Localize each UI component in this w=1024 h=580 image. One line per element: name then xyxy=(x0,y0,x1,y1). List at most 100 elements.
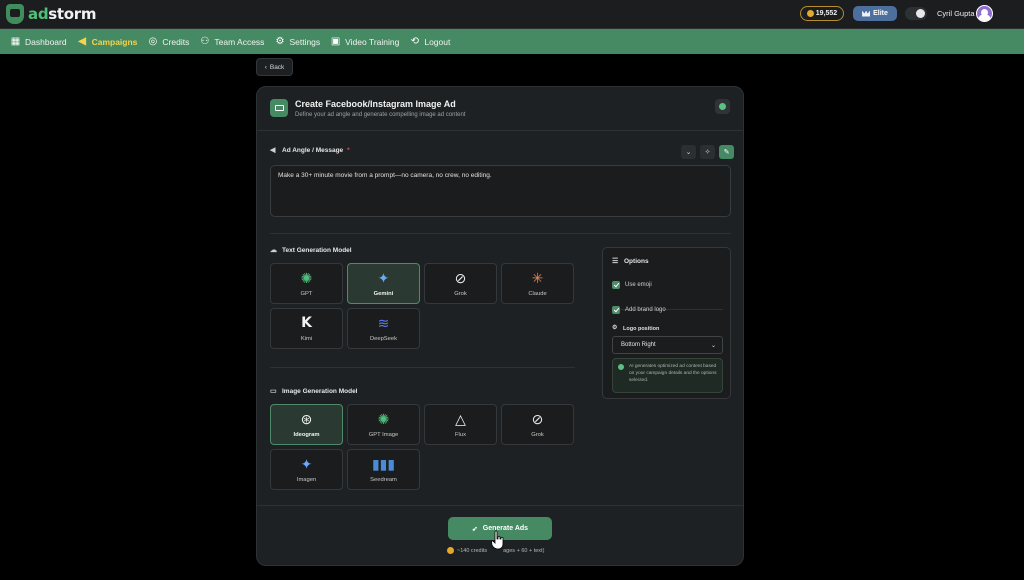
nav-team-access[interactable]: ⚇ Team Access xyxy=(199,36,264,47)
text-model-grid: ✺ GPT ✦ Gemini ⊘ Grok ✳ Claude K Kimi ≋ … xyxy=(270,263,574,349)
nav-dashboard[interactable]: ▦ Dashboard xyxy=(10,36,67,47)
magic-button[interactable]: ✧ xyxy=(700,145,715,159)
model-label: Ideogram xyxy=(293,432,320,438)
text-model-deepseek[interactable]: ≋ DeepSeek xyxy=(347,308,420,349)
image-model-flux[interactable]: △ Flux xyxy=(424,404,497,445)
help-button[interactable] xyxy=(715,99,730,114)
team-icon: ⚇ xyxy=(200,36,210,47)
back-button[interactable]: ‹ Back xyxy=(256,58,293,76)
nav-credits-label: Credits xyxy=(162,36,190,47)
coin-icon xyxy=(447,547,454,554)
ideogram-icon: ⊛ xyxy=(300,411,313,427)
logo-position-label: ⚙ Logo position xyxy=(612,325,659,332)
image-model-gpt-image[interactable]: ✺ GPT Image xyxy=(347,404,420,445)
generate-ads-label: Generate Ads xyxy=(482,525,529,532)
top-bar: adstorm 19,552 Elite Cyril Gupta xyxy=(0,0,1024,29)
nav-credits[interactable]: ◎ Credits xyxy=(147,36,190,47)
credits-value: 19,552 xyxy=(815,10,838,17)
angle-tools: ⌄ ✧ ✎ xyxy=(681,145,734,159)
ai-info-note: AI generates optimized ad content based … xyxy=(612,358,723,393)
image-model-imagen[interactable]: ✦ Imagen xyxy=(270,449,343,490)
image-model-label-text: Image Generation Model xyxy=(282,388,358,395)
claude-icon: ✳ xyxy=(531,270,544,286)
seedream-icon: ▮▮▮ xyxy=(371,456,396,472)
logo-position-value: Bottom Right xyxy=(621,342,656,348)
nav-team-access-label: Team Access xyxy=(214,36,265,47)
deepseek-icon: ≋ xyxy=(377,315,390,331)
page-title: Create Facebook/Instagram Image Ad xyxy=(295,99,456,109)
text-model-kimi[interactable]: K Kimi xyxy=(270,308,343,349)
add-brand-logo-checkbox[interactable] xyxy=(612,306,620,314)
credit-cost-prefix: ~140 credits xyxy=(457,547,488,554)
model-label: Claude xyxy=(528,291,547,297)
model-label: Gemini xyxy=(373,291,394,297)
user-name[interactable]: Cyril Gupta xyxy=(937,9,975,18)
options-panel: ☰ Options Use emoji Add brand logo ⚙ Log… xyxy=(602,247,731,399)
dashboard-icon: ▦ xyxy=(10,36,21,47)
grok-icon: ⊘ xyxy=(454,270,467,286)
logo-text: adstorm xyxy=(28,5,97,23)
nav-dashboard-label: Dashboard xyxy=(25,36,67,47)
nav-campaigns[interactable]: ◀ Campaigns xyxy=(77,36,137,47)
openai-icon: ✺ xyxy=(300,270,313,286)
image-model-ideogram[interactable]: ⊛ Ideogram xyxy=(270,404,343,445)
cloud-icon: ☁ xyxy=(270,247,277,254)
megaphone-icon: ◀ xyxy=(78,36,86,47)
expand-button[interactable]: ⌄ xyxy=(681,145,696,159)
theme-toggle[interactable] xyxy=(905,7,927,20)
text-model-gemini[interactable]: ✦ Gemini xyxy=(347,263,420,304)
image-model-grok[interactable]: ⊘ Grok xyxy=(501,404,574,445)
required-mark: * xyxy=(347,147,350,154)
section-divider xyxy=(270,233,731,234)
use-emoji-label: Use emoji xyxy=(625,282,652,288)
video-icon: ▣ xyxy=(330,36,341,47)
model-label: GPT Image xyxy=(368,432,399,438)
gemini-icon: ✦ xyxy=(377,270,390,286)
openai-icon: ✺ xyxy=(377,411,390,427)
text-model-label-text: Text Generation Model xyxy=(282,247,352,254)
sliders-icon: ☰ xyxy=(612,258,619,265)
image-model-grid: ⊛ Ideogram ✺ GPT Image △ Flux ⊘ Grok ✦ I… xyxy=(270,404,574,490)
plan-badge[interactable]: Elite xyxy=(853,6,897,21)
edit-button[interactable]: ✎ xyxy=(719,145,734,159)
nav-settings[interactable]: ⚙ Settings xyxy=(274,36,320,47)
coin-icon xyxy=(806,10,814,17)
credits-icon: ◎ xyxy=(148,36,158,47)
main-nav: ▦ Dashboard ◀ Campaigns ◎ Credits ⚇ Team… xyxy=(0,29,1024,54)
text-model-grok[interactable]: ⊘ Grok xyxy=(424,263,497,304)
add-brand-logo-option[interactable]: Add brand logo xyxy=(612,306,666,314)
nav-logout-label: Logout xyxy=(424,36,451,47)
nav-settings-label: Settings xyxy=(289,36,321,47)
kimi-icon: K xyxy=(301,315,312,331)
ai-info-text: AI generates optimized ad content based … xyxy=(629,364,717,383)
rocket-icon: ➶ xyxy=(471,525,478,533)
text-model-claude[interactable]: ✳ Claude xyxy=(501,263,574,304)
image-model-seedream[interactable]: ▮▮▮ Seedream xyxy=(347,449,420,490)
chevron-down-icon: ⌄ xyxy=(710,342,716,349)
model-label: Grok xyxy=(454,291,467,297)
ad-angle-label: ◀ Ad Angle / Message * xyxy=(270,147,350,154)
model-label: GPT xyxy=(300,291,313,297)
logo-position-select[interactable]: Bottom Right ⌄ xyxy=(612,336,723,354)
options-title: ☰ Options xyxy=(612,258,649,265)
imagen-icon: ✦ xyxy=(300,456,313,472)
model-label: Kimi xyxy=(300,336,313,342)
model-label: Grok xyxy=(531,432,544,438)
nav-video-training[interactable]: ▣ Video Training xyxy=(330,36,399,47)
credits-balance[interactable]: 19,552 xyxy=(800,6,844,21)
use-emoji-option[interactable]: Use emoji xyxy=(612,281,652,289)
use-emoji-checkbox[interactable] xyxy=(612,281,620,289)
image-icon: ▭ xyxy=(270,388,277,395)
info-icon xyxy=(618,364,624,370)
avatar[interactable] xyxy=(976,5,993,22)
megaphone-icon: ◀ xyxy=(270,147,276,154)
nav-logout[interactable]: ⟲ Logout xyxy=(409,36,451,47)
adstorm-logo[interactable]: adstorm xyxy=(6,3,97,25)
text-model-label: ☁ Text Generation Model xyxy=(270,247,352,254)
plan-label: Elite xyxy=(873,10,888,17)
ad-angle-textarea[interactable]: Make a 30+ minute movie from a prompt—no… xyxy=(270,165,731,217)
text-model-gpt[interactable]: ✺ GPT xyxy=(270,263,343,304)
ad-angle-label-text: Ad Angle / Message xyxy=(282,147,344,154)
add-brand-logo-label: Add brand logo xyxy=(625,307,666,313)
gear-icon: ⚙ xyxy=(275,36,285,47)
